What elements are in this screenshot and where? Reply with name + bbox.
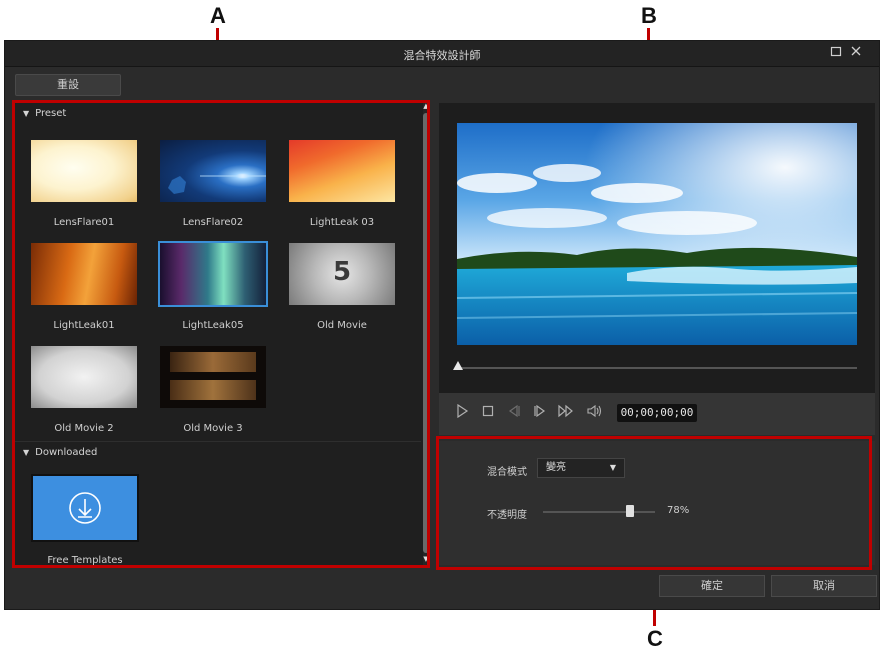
blend-designer-window: 混合特效設計師 重設 ▼ Preset LensFlare01 LensFlare… — [4, 40, 880, 610]
preset-thumb-lensflare02[interactable] — [160, 140, 266, 202]
preset-section-label: Preset — [35, 108, 67, 119]
preset-label: LensFlare01 — [53, 217, 115, 228]
preset-label: LightLeak 03 — [309, 217, 375, 228]
fast-forward-icon[interactable] — [557, 404, 575, 422]
seek-track[interactable] — [457, 367, 857, 369]
preset-label: Old Movie 2 — [54, 423, 114, 434]
scroll-up-icon[interactable]: ▲ — [422, 102, 430, 110]
section-divider — [15, 441, 421, 442]
flare-glint-icon — [168, 175, 266, 194]
opacity-slider-track[interactable] — [543, 511, 655, 513]
close-icon[interactable] — [848, 45, 864, 61]
blend-settings-panel: 混合模式 變亮 ▼ 不透明度 78% — [439, 441, 875, 565]
preview-image — [457, 123, 857, 345]
preset-thumb-old-movie-2[interactable] — [31, 346, 137, 408]
beach-preview-image — [457, 123, 857, 345]
preset-section-header[interactable]: ▼ Preset — [23, 108, 66, 119]
blend-mode-label: 混合模式 — [487, 467, 527, 478]
downloaded-section-header[interactable]: ▼ Downloaded — [23, 447, 97, 458]
cancel-button[interactable]: 取消 — [771, 575, 877, 597]
preset-thumb-lightleak05[interactable] — [158, 241, 268, 307]
collapse-triangle-icon: ▼ — [23, 109, 30, 118]
preset-label: Old Movie — [317, 320, 367, 331]
preset-label: Old Movie 3 — [183, 423, 243, 434]
downloaded-section-label: Downloaded — [35, 447, 98, 458]
timecode-display: 00;00;00;00 — [617, 404, 697, 422]
blend-mode-select[interactable]: 變亮 ▼ — [537, 458, 625, 478]
preset-label: LightLeak05 — [182, 320, 244, 331]
collapse-triangle-icon: ▼ — [23, 448, 30, 457]
maximize-icon[interactable] — [828, 45, 844, 61]
ok-button[interactable]: 確定 — [659, 575, 765, 597]
stop-icon[interactable] — [479, 404, 497, 422]
scroll-down-icon[interactable]: ▼ — [422, 555, 430, 563]
blend-mode-value: 變亮 — [546, 462, 566, 473]
opacity-label: 不透明度 — [487, 510, 527, 521]
opacity-slider-handle[interactable] — [626, 505, 635, 517]
playback-controls: 00;00;00;00 — [439, 393, 875, 435]
free-templates-tile[interactable] — [33, 476, 137, 540]
downloaded-label: Free Templates — [47, 555, 123, 565]
preset-label: LightLeak01 — [53, 320, 115, 331]
old-movie-number: 5 — [332, 257, 352, 287]
film-frame-top — [170, 352, 256, 372]
previous-frame-icon[interactable] — [505, 404, 523, 422]
preview-area — [439, 103, 875, 393]
window-title: 混合特效設計師 — [403, 49, 481, 62]
template-library-panel: ▼ Preset LensFlare01 LensFlare02 LightLea… — [15, 103, 429, 565]
download-icon — [69, 492, 101, 524]
preset-thumb-lightleak03[interactable] — [289, 140, 395, 202]
opacity-value: 78% — [667, 505, 690, 516]
callout-c: C — [647, 626, 663, 651]
scrollbar-thumb[interactable] — [423, 113, 429, 553]
callout-b: B — [641, 3, 657, 28]
preset-thumb-lensflare01[interactable] — [31, 140, 137, 202]
preset-thumb-old-movie-3[interactable] — [160, 346, 266, 408]
film-frame-bottom — [170, 380, 256, 400]
play-icon[interactable] — [453, 403, 471, 422]
library-scrollbar[interactable]: ▲ ▼ — [422, 102, 430, 565]
chevron-down-icon: ▼ — [609, 463, 616, 472]
preset-thumb-lightleak01[interactable] — [31, 243, 137, 305]
callout-a: A — [210, 3, 226, 28]
preset-thumb-old-movie[interactable]: 5 — [289, 243, 395, 305]
next-frame-icon[interactable] — [531, 404, 549, 422]
volume-icon[interactable] — [585, 404, 603, 422]
preset-label: LensFlare02 — [182, 217, 244, 228]
seek-handle[interactable] — [453, 361, 463, 370]
reset-button[interactable]: 重設 — [15, 74, 121, 96]
title-bar: 混合特效設計師 — [5, 41, 879, 67]
